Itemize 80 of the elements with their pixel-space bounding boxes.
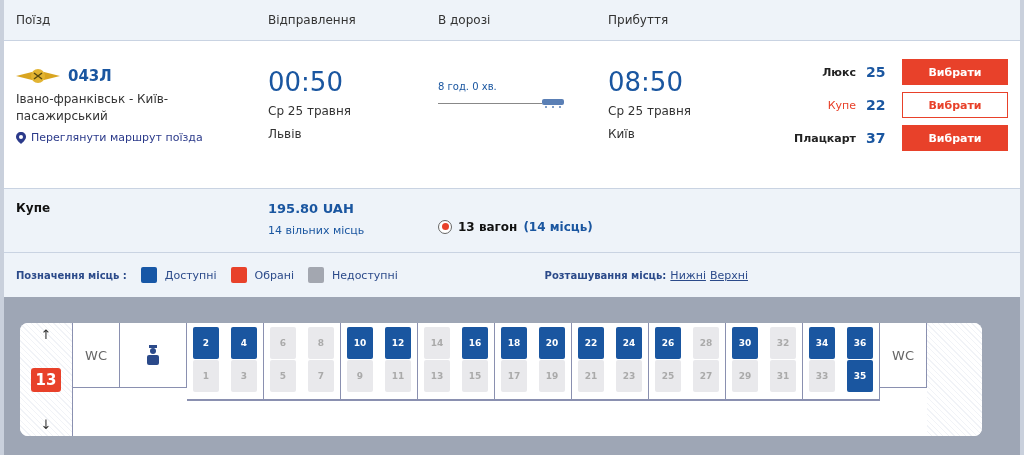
- seat-count: 37: [866, 130, 887, 146]
- seat[interactable]: 36: [847, 327, 873, 359]
- travel-duration: 8 год. 0 хв.: [438, 81, 497, 92]
- seat[interactable]: 10: [347, 327, 373, 359]
- down-arrow: ↓: [40, 417, 52, 432]
- wagon-radio[interactable]: [438, 219, 452, 234]
- ticket-price: 195.80 UAH: [268, 201, 354, 216]
- seat[interactable]: 22: [578, 327, 604, 359]
- select-button[interactable]: Вибрати: [902, 59, 1008, 85]
- seat[interactable]: 31: [770, 360, 796, 392]
- class-name: Купе: [827, 98, 856, 112]
- railway-logo-icon: [16, 68, 60, 84]
- legend-label: Обрані: [254, 268, 294, 282]
- seat[interactable]: 1: [193, 360, 219, 392]
- seat[interactable]: 27: [693, 360, 719, 392]
- seat[interactable]: 21: [578, 360, 604, 392]
- seat[interactable]: 23: [616, 360, 642, 392]
- legend-label: Доступні: [164, 268, 217, 282]
- column-header: В дорозі: [438, 13, 492, 27]
- position-title: Розташування місць:: [544, 269, 667, 281]
- seat[interactable]: 9: [347, 360, 373, 392]
- seat[interactable]: 18: [501, 327, 527, 359]
- seat[interactable]: 19: [539, 360, 565, 392]
- seat-count: 22: [866, 97, 887, 113]
- departure-station: Львів: [268, 126, 302, 143]
- seat-count: 25: [866, 64, 887, 80]
- train-route: Івано-франківськ - Київ-пасажирський: [16, 91, 170, 125]
- column-header: Прибуття: [608, 13, 670, 27]
- seat[interactable]: 33: [809, 360, 835, 392]
- seat[interactable]: 2: [193, 327, 219, 359]
- seat[interactable]: 34: [809, 327, 835, 359]
- wc-label: WC: [892, 347, 914, 363]
- location-pin-icon: [16, 131, 26, 144]
- departure-time: 00:50: [268, 67, 343, 97]
- seat[interactable]: 24: [616, 327, 642, 359]
- select-button[interactable]: Вибрати: [902, 125, 1008, 151]
- position-link[interactable]: Нижні: [670, 268, 706, 282]
- class-name: Плацкарт: [794, 131, 856, 145]
- seat[interactable]: 7: [308, 360, 334, 392]
- legend-title: Позначення місць :: [16, 269, 127, 281]
- wagon-label: 13 вагон: [458, 219, 518, 234]
- seat[interactable]: 3: [231, 360, 257, 392]
- seat[interactable]: 32: [770, 327, 796, 359]
- up-arrow: ↑: [40, 327, 52, 342]
- legend-label: Недоступні: [332, 268, 398, 282]
- seat[interactable]: 30: [732, 327, 758, 359]
- column-header: Відправлення: [268, 13, 357, 27]
- coach-class: Купе: [16, 201, 52, 217]
- conductor-icon: [146, 345, 160, 365]
- wagon-number-badge: 13: [30, 367, 62, 392]
- seat[interactable]: 5: [270, 360, 296, 392]
- seat[interactable]: 29: [732, 360, 758, 392]
- seat[interactable]: 35: [847, 360, 873, 392]
- column-header: Поїзд: [16, 13, 52, 27]
- wc-label: WC: [85, 347, 107, 363]
- seat[interactable]: 17: [501, 360, 527, 392]
- seat[interactable]: 4: [231, 327, 257, 359]
- arrival-station: Київ: [608, 126, 635, 143]
- seat[interactable]: 25: [655, 360, 681, 392]
- seat[interactable]: 13: [424, 360, 450, 392]
- departure-date: Ср 25 травня: [268, 103, 351, 120]
- seat[interactable]: 16: [462, 327, 488, 359]
- wagon-places: (14 місць): [523, 219, 593, 234]
- seat[interactable]: 14: [424, 327, 450, 359]
- arrival-date: Ср 25 травня: [608, 103, 691, 120]
- seat[interactable]: 11: [385, 360, 411, 392]
- seat[interactable]: 8: [308, 327, 334, 359]
- free-seats: 14 вільних місць: [268, 224, 365, 237]
- seat[interactable]: 20: [539, 327, 565, 359]
- arrival-time: 08:50: [608, 67, 683, 97]
- seat[interactable]: 26: [655, 327, 681, 359]
- seat[interactable]: 28: [693, 327, 719, 359]
- seat[interactable]: 6: [270, 327, 296, 359]
- seat[interactable]: 15: [462, 360, 488, 392]
- train-icon: [542, 98, 564, 108]
- select-button[interactable]: Вибрати: [902, 92, 1008, 118]
- position-link[interactable]: Верхні: [709, 268, 748, 282]
- seat[interactable]: 12: [385, 327, 411, 359]
- train-number: 043Л: [68, 67, 112, 85]
- class-name: Люкс: [822, 65, 856, 79]
